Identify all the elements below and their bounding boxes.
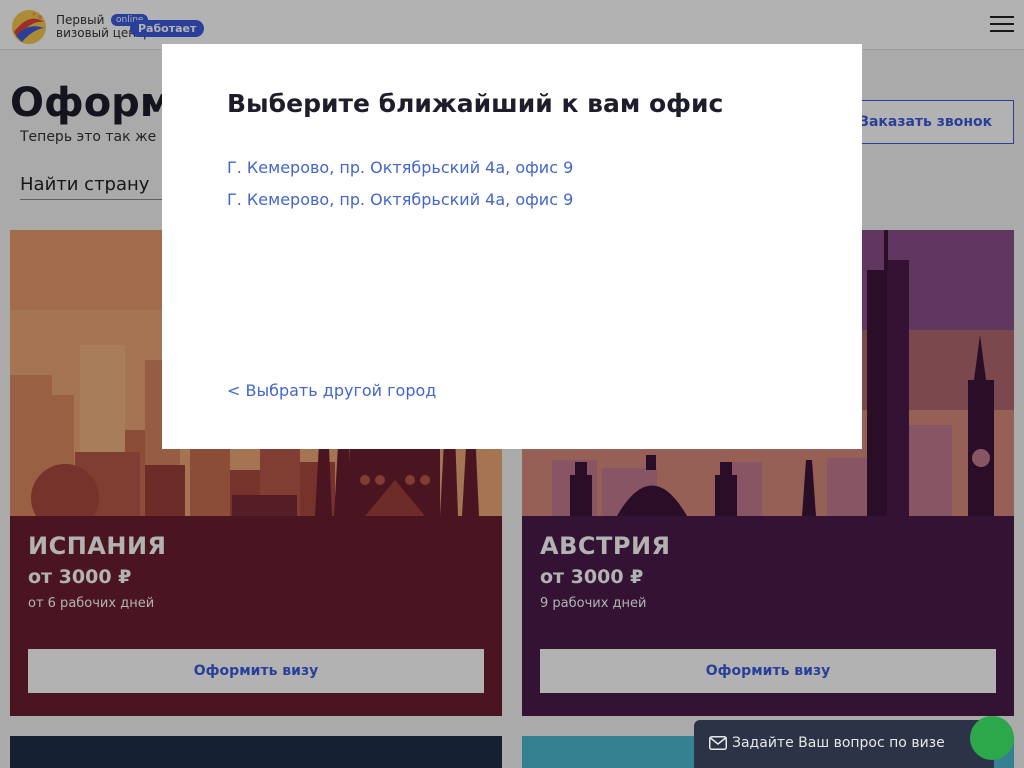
office-select-modal: Выберите ближайший к вам офис Г. Кемеров… (162, 44, 862, 449)
chat-label: Задайте Ваш вопрос по визе (732, 735, 945, 751)
office-link[interactable]: Г. Кемерово, пр. Октябрьский 4а, офис 9 (227, 184, 573, 216)
chat-status-indicator[interactable] (970, 716, 1014, 760)
chat-widget[interactable]: Задайте Ваш вопрос по визе (694, 720, 994, 768)
office-list: Г. Кемерово, пр. Октябрьский 4а, офис 9 … (227, 152, 573, 216)
choose-other-city-link[interactable]: < Выбрать другой город (227, 381, 436, 400)
office-link[interactable]: Г. Кемерово, пр. Октябрьский 4а, офис 9 (227, 152, 573, 184)
modal-title: Выберите ближайший к вам офис (227, 89, 724, 118)
envelope-icon (709, 736, 727, 750)
